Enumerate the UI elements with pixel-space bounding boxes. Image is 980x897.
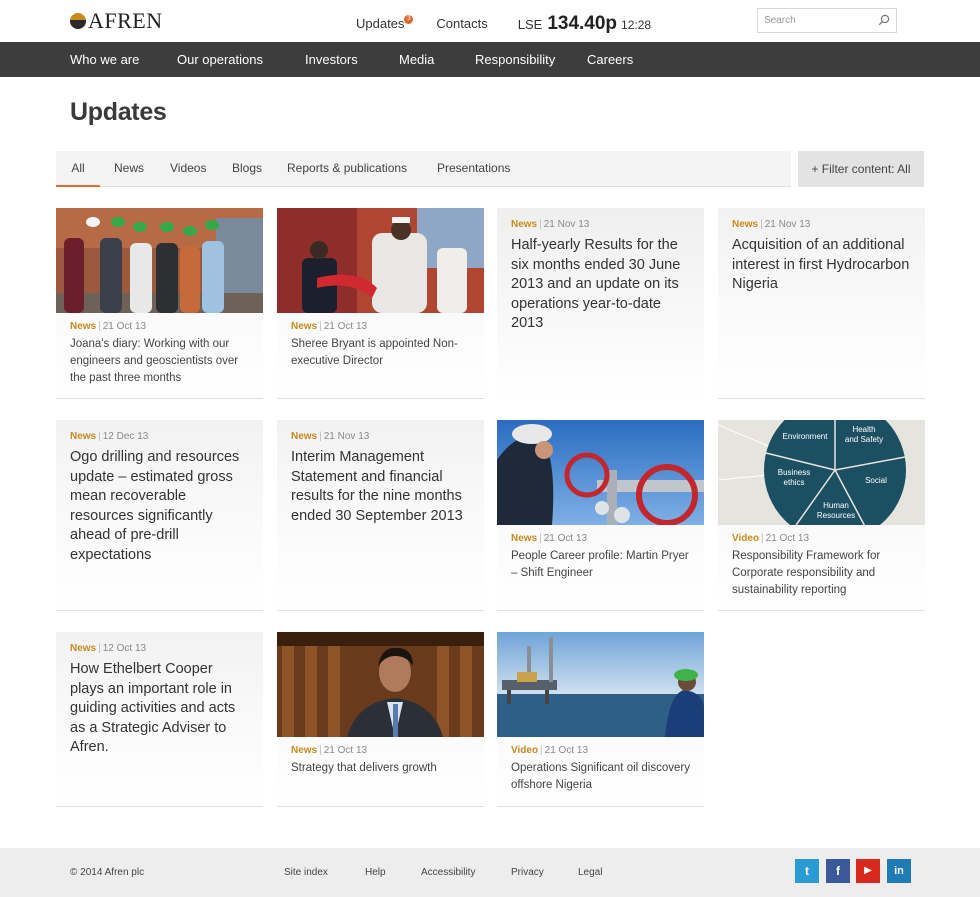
card-meta: News | 21 Nov 13 bbox=[291, 431, 370, 442]
update-card[interactable]: News | 21 Nov 13 Half-yearly Results for t… bbox=[497, 208, 704, 399]
card-title: How Ethelbert Cooper plays an important … bbox=[70, 661, 236, 755]
tab-videos[interactable]: Videos bbox=[170, 151, 206, 187]
responsibility-wheel-diagram: Environment Health and Safety Business eth… bbox=[718, 420, 925, 525]
card-meta: Video | 21 Oct 13 bbox=[511, 745, 589, 756]
copyright: © 2014 Afren plc bbox=[70, 867, 145, 878]
card-title: Half-yearly Results for the six months e… bbox=[511, 237, 681, 331]
lse-label: LSE bbox=[517, 17, 543, 32]
update-card[interactable]: News | 12 Oct 13 How Ethelbert Cooper play… bbox=[56, 632, 263, 807]
main-nav: Who we are Our operations Investors Medi… bbox=[0, 42, 980, 77]
update-card[interactable]: News | 21 Oct 13 Sheree Bryant is appointe… bbox=[277, 208, 484, 399]
contacts-link[interactable]: Contacts bbox=[436, 14, 487, 34]
utility-links: Updates 3 Contacts LSE 134.40p 12:28 bbox=[356, 14, 651, 35]
wheel-label-environment: Environment bbox=[783, 432, 829, 441]
footer: © 2014 Afren plc Site index Help Accessi… bbox=[0, 848, 980, 897]
update-card[interactable]: News | 21 Nov 13 Acquisition of an additio… bbox=[718, 208, 925, 399]
footer-link-help[interactable]: Help bbox=[365, 867, 386, 878]
logo-sun-icon bbox=[70, 13, 86, 29]
afren-logo[interactable]: AFREN bbox=[70, 10, 163, 32]
linkedin-icon[interactable]: in bbox=[887, 859, 911, 883]
update-card[interactable]: News | 12 Dec 13 Ogo drilling and resource… bbox=[56, 420, 263, 611]
card-title: Acquisition of an additional interest in… bbox=[732, 237, 910, 292]
valve-engineer-photo bbox=[497, 420, 704, 525]
card-title: Operations Significant oil discovery off… bbox=[511, 762, 690, 791]
update-card[interactable]: News | 21 Nov 13 Interim Management Statem… bbox=[277, 420, 484, 611]
nav-media[interactable]: Media bbox=[399, 42, 434, 77]
footer-link-privacy[interactable]: Privacy bbox=[511, 867, 544, 878]
card-meta: News | 21 Oct 13 bbox=[511, 533, 588, 544]
nav-responsibility[interactable]: Responsibility bbox=[475, 42, 555, 77]
nav-who-we-are[interactable]: Who we are bbox=[70, 42, 139, 77]
update-card[interactable]: News | 21 Oct 13 People Career profile: Ma… bbox=[497, 420, 704, 611]
card-meta: News | 21 Nov 13 bbox=[511, 219, 590, 230]
card-meta: News | 21 Oct 13 bbox=[70, 321, 147, 332]
footer-link-accessibility[interactable]: Accessibility bbox=[421, 867, 475, 878]
facebook-icon[interactable]: f bbox=[826, 859, 850, 883]
logo-text: AFREN bbox=[88, 8, 163, 33]
nav-careers[interactable]: Careers bbox=[587, 42, 633, 77]
share-price: LSE 134.40p 12:28 bbox=[518, 14, 651, 35]
card-title: Sheree Bryant is appointed Non-executive… bbox=[291, 338, 458, 367]
offshore-rig-photo bbox=[497, 632, 704, 737]
lse-price: 134.40p bbox=[547, 13, 618, 34]
update-card[interactable]: News | 21 Oct 13 Joana's diary: Working wi… bbox=[56, 208, 263, 399]
tab-blogs[interactable]: Blogs bbox=[232, 151, 262, 187]
top-bar: AFREN Updates 3 Contacts LSE 134.40p 12:… bbox=[0, 0, 980, 42]
content-tabs: All News Videos Blogs Reports & publicat… bbox=[56, 151, 791, 187]
executive-portrait-photo bbox=[277, 632, 484, 737]
ribbon-cutting-photo bbox=[277, 208, 484, 313]
card-title: Joana's diary: Working with our engineer… bbox=[70, 338, 239, 384]
search-box bbox=[757, 8, 897, 33]
update-card[interactable]: Video | 21 Oct 13 Operations Significant o… bbox=[497, 632, 704, 807]
search-input[interactable] bbox=[758, 9, 868, 32]
updates-link[interactable]: Updates 3 bbox=[356, 14, 414, 34]
twitter-icon[interactable]: t bbox=[795, 859, 819, 883]
card-meta: News | 12 Dec 13 bbox=[70, 431, 149, 442]
updates-badge: 3 bbox=[404, 15, 414, 24]
footer-link-site-index[interactable]: Site index bbox=[284, 867, 328, 878]
card-meta: News | 21 Oct 13 bbox=[291, 321, 368, 332]
updates-label: Updates bbox=[356, 16, 405, 31]
tab-reports-publications[interactable]: Reports & publications bbox=[287, 151, 407, 187]
update-card[interactable]: Environment Health and Safety Business eth… bbox=[718, 420, 925, 611]
filter-content-button[interactable]: + Filter content: All bbox=[798, 151, 924, 187]
nav-investors[interactable]: Investors bbox=[305, 42, 358, 77]
card-title: People Career profile: Martin Pryer – Sh… bbox=[511, 550, 689, 579]
card-title: Strategy that delivers growth bbox=[291, 762, 437, 774]
field-engineers-photo bbox=[56, 208, 263, 313]
tab-news[interactable]: News bbox=[114, 151, 144, 187]
page-title: Updates bbox=[70, 98, 167, 126]
nav-our-operations[interactable]: Our operations bbox=[177, 42, 263, 77]
search-icon[interactable] bbox=[878, 14, 890, 26]
card-title: Responsibility Framework for Corporate r… bbox=[732, 550, 881, 596]
card-meta: News | 12 Oct 13 bbox=[70, 643, 147, 654]
card-meta: News | 21 Oct 13 bbox=[291, 745, 368, 756]
tab-all[interactable]: All bbox=[56, 151, 100, 187]
update-card[interactable]: News | 21 Oct 13 Strategy that delivers gr… bbox=[277, 632, 484, 807]
lse-time: 12:28 bbox=[621, 18, 652, 32]
footer-link-legal[interactable]: Legal bbox=[578, 867, 602, 878]
card-title: Interim Management Statement and financi… bbox=[291, 449, 463, 524]
youtube-icon[interactable]: ▶ bbox=[856, 859, 880, 883]
card-title: Ogo drilling and resources update – esti… bbox=[70, 449, 240, 563]
tab-presentations[interactable]: Presentations bbox=[437, 151, 510, 187]
wheel-label-social: Social bbox=[865, 476, 887, 485]
card-meta: News | 21 Nov 13 bbox=[732, 219, 811, 230]
card-meta: Video | 21 Oct 13 bbox=[732, 533, 810, 544]
